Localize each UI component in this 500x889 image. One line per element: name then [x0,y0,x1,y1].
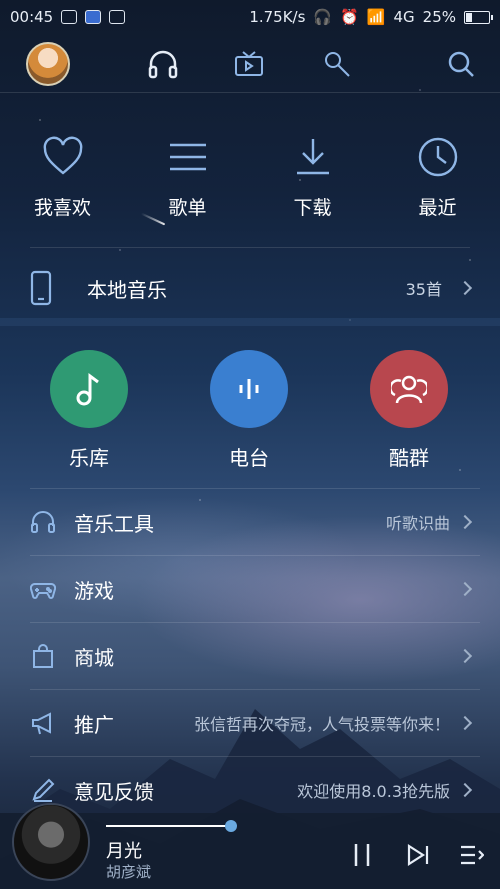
gamepad-icon [30,583,56,599]
battery-percent: 25% [422,8,456,26]
playlist-icon [461,845,484,865]
section-band [0,318,500,326]
avatar[interactable] [26,42,70,86]
tv-icon[interactable] [232,48,266,80]
music-tools-label: 音乐工具 [74,511,154,536]
store-row[interactable]: 商城 [0,623,500,689]
battery-icon [464,10,493,24]
headphones-status-icon: 🎧 [313,8,333,26]
megaphone-icon [32,712,51,735]
network-type: 4G [393,8,415,26]
pause-button[interactable] [348,841,376,869]
quick-actions: 我喜欢 歌单 下载 最近 [0,135,500,220]
next-button[interactable] [404,841,432,869]
chevron-right-icon [457,514,473,530]
track-artist: 胡彦斌 [106,863,152,881]
pencil-icon [32,778,55,802]
radio-label: 电台 [229,446,269,470]
track-title: 月光 [106,841,142,862]
clock-icon [418,137,457,177]
recent-label: 最近 [418,197,457,219]
screenshot-icon [109,10,126,24]
chevron-right-icon [457,715,473,731]
radio-button[interactable]: 电台 [166,350,332,471]
divider [30,247,470,248]
app-notification-icon [85,10,102,24]
group-icon [391,375,427,404]
chevron-right-icon [457,581,473,597]
group-label: 酷群 [389,446,429,470]
clock-text: 00:45 [10,8,54,26]
recent-button[interactable]: 最近 [375,135,500,220]
promotion-row[interactable]: 推广 张信哲再次夺冠，人气投票等你来！ [0,690,500,756]
promotion-label: 推广 [74,712,114,737]
favorites-button[interactable]: 我喜欢 [0,135,125,220]
feedback-hint: 欢迎使用8.0.3抢先版 [297,782,450,801]
playlists-button[interactable]: 歌单 [125,135,250,220]
local-music-label: 本地音乐 [87,277,167,302]
wifi-icon: 📶 [366,8,386,26]
radio-disc [210,350,288,428]
group-button[interactable]: 酷群 [332,350,498,471]
list-icon [169,143,206,171]
progress-bar[interactable] [106,825,230,827]
headphones-icon [31,511,55,533]
music-library-button[interactable]: 乐库 [0,350,166,471]
downloads-button[interactable]: 下载 [250,135,375,220]
notification-icon [61,10,78,24]
pause-icon [354,844,370,866]
top-nav [0,38,500,90]
top-divider [0,92,500,93]
playlist-button[interactable] [458,841,486,869]
local-music-row[interactable]: 本地音乐 35首 [0,262,500,314]
chevron-right-icon [457,782,473,798]
radio-bars-icon [239,379,259,399]
phone-icon [30,270,52,306]
heart-icon [43,136,82,175]
games-row[interactable]: 游戏 [0,556,500,622]
music-tools-row[interactable]: 音乐工具 听歌识曲 [0,489,500,555]
promotion-hint: 张信哲再次夺冠，人气投票等你来！ [193,715,450,734]
shopping-bag-icon [33,644,53,668]
album-art[interactable] [12,803,90,881]
store-label: 商城 [74,645,114,670]
headphones-icon[interactable] [146,48,180,80]
group-disc [370,350,448,428]
next-icon [407,844,429,866]
network-speed: 1.75K/s [249,8,306,26]
downloads-label: 下载 [293,197,332,219]
music-tools-hint: 听歌识曲 [385,514,450,533]
status-bar: 00:45 1.75K/s 🎧 ⏰ 📶 4G 25% [0,0,500,34]
music-note-icon [76,373,99,406]
playlists-label: 歌单 [168,197,207,219]
download-icon [296,139,329,175]
feature-circles: 乐库 电台 酷群 [0,350,500,471]
music-library-disc [50,350,128,428]
favorites-label: 我喜欢 [33,197,91,219]
local-music-count: 35首 [405,280,442,299]
alarm-icon: ⏰ [340,8,359,26]
search-icon[interactable] [444,48,478,80]
music-library-label: 乐库 [69,446,109,470]
feedback-label: 意见反馈 [74,779,154,804]
chevron-right-icon [457,280,473,296]
games-label: 游戏 [74,578,114,603]
mini-player[interactable]: 月光 胡彦斌 [0,803,500,889]
chevron-right-icon [457,648,473,664]
microphone-icon[interactable] [320,48,354,80]
progress-knob[interactable] [225,820,237,832]
